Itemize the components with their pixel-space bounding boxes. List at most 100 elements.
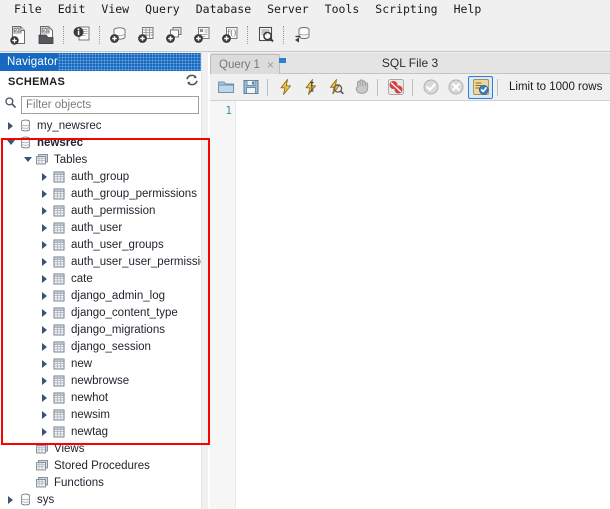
expand-arrow-icon[interactable] — [38, 372, 51, 389]
sql-code-area[interactable]: 1 — [210, 101, 610, 509]
close-icon[interactable]: × — [267, 59, 274, 71]
new-schema-icon[interactable] — [104, 21, 132, 49]
expand-arrow-icon[interactable] — [38, 338, 51, 355]
tree-item-sys[interactable]: sys — [0, 491, 201, 508]
expand-arrow-icon[interactable] — [38, 321, 51, 338]
limit-rows-selector[interactable]: Limit to 1000 rows — [509, 81, 602, 93]
tree-item-auth-user-user-permissions[interactable]: auth_user_user_permissions — [0, 253, 201, 270]
menu-item-view[interactable]: View — [93, 0, 137, 19]
tree-item-label: auth_permission — [71, 204, 156, 217]
tree-item-auth-user[interactable]: auth_user — [0, 219, 201, 236]
tree-item-stored-procedures[interactable]: Stored Procedures — [0, 457, 201, 474]
menu-item-file[interactable]: File — [6, 0, 50, 19]
expand-arrow-icon[interactable] — [38, 423, 51, 440]
explain-icon[interactable] — [323, 76, 348, 99]
tree-item-new[interactable]: new — [0, 355, 201, 372]
schema-icon — [17, 117, 33, 134]
expand-arrow-icon[interactable] — [38, 219, 51, 236]
menu-item-query[interactable]: Query — [137, 0, 188, 19]
new-view-icon[interactable] — [160, 21, 188, 49]
expand-arrow-icon[interactable] — [38, 168, 51, 185]
menu-item-scripting[interactable]: Scripting — [367, 0, 445, 19]
tree-item-newtag[interactable]: newtag — [0, 423, 201, 440]
expand-arrow-icon[interactable] — [38, 270, 51, 287]
tree-item-auth-permission[interactable]: auth_permission — [0, 202, 201, 219]
expand-arrow-icon[interactable] — [38, 406, 51, 423]
menu-item-server[interactable]: Server — [259, 0, 317, 19]
server-status-icon[interactable] — [68, 21, 96, 49]
new-procedure-icon[interactable] — [188, 21, 216, 49]
execute-icon[interactable] — [273, 76, 298, 99]
refresh-icon[interactable] — [185, 73, 199, 92]
open-sql-script-icon[interactable]: SQL — [32, 21, 60, 49]
schema-icon — [17, 491, 33, 508]
new-table-icon[interactable] — [132, 21, 160, 49]
menu-item-help[interactable]: Help — [446, 0, 490, 19]
toggle-stop-icon[interactable] — [383, 76, 408, 99]
line-number-gutter: 1 — [210, 101, 236, 509]
tree-item-label: my_newsrec — [37, 119, 102, 132]
folder-icon — [34, 474, 50, 491]
tree-item-django-session[interactable]: django_session — [0, 338, 201, 355]
sql-editor-toolbar: Limit to 1000 rows — [210, 74, 610, 101]
tree-item-newbrowse[interactable]: newbrowse — [0, 372, 201, 389]
new-function-icon[interactable]: f() — [216, 21, 244, 49]
title-bar-grip — [58, 53, 205, 71]
tree-item-views[interactable]: Views — [0, 440, 201, 457]
expand-arrow-icon[interactable] — [38, 355, 51, 372]
expand-arrow-icon[interactable] — [38, 389, 51, 406]
expand-arrow-icon[interactable] — [38, 287, 51, 304]
expand-arrow-icon[interactable] — [38, 253, 51, 270]
tree-item-auth-group-permissions[interactable]: auth_group_permissions — [0, 185, 201, 202]
menu-item-tools[interactable]: Tools — [317, 0, 368, 19]
tree-item-newsrec[interactable]: newsrec — [0, 134, 201, 151]
tree-item-label: auth_user — [71, 221, 123, 234]
autocommit-icon[interactable] — [468, 75, 493, 99]
tree-item-auth-group[interactable]: auth_group — [0, 168, 201, 185]
expand-arrow-icon[interactable] — [38, 202, 51, 219]
expand-arrow-icon[interactable] — [38, 185, 51, 202]
tree-item-cate[interactable]: cate — [0, 270, 201, 287]
tree-item-django-migrations[interactable]: django_migrations — [0, 321, 201, 338]
reconnect-server-icon[interactable] — [288, 21, 316, 49]
tab-query-1[interactable]: Query 1 × — [210, 54, 280, 74]
open-file-icon[interactable] — [213, 76, 238, 99]
menu-item-edit[interactable]: Edit — [50, 0, 94, 19]
schemas-section-header[interactable]: SCHEMAS — [0, 71, 207, 93]
tree-item-my-newsrec[interactable]: my_newsrec — [0, 117, 201, 134]
expand-arrow-icon[interactable] — [4, 117, 17, 134]
tree-item-newhot[interactable]: newhot — [0, 389, 201, 406]
expand-arrow-icon[interactable] — [38, 304, 51, 321]
navigator-scroll-gutter[interactable] — [201, 53, 208, 509]
tree-item-label: auth_user_groups — [71, 238, 164, 251]
menu-item-database[interactable]: Database — [188, 0, 259, 19]
table-icon — [51, 236, 67, 253]
tree-item-auth-user-groups[interactable]: auth_user_groups — [0, 236, 201, 253]
expand-arrow-icon[interactable] — [4, 491, 17, 508]
tree-item-tables[interactable]: Tables — [0, 151, 201, 168]
collapse-arrow-icon[interactable] — [21, 151, 34, 168]
filter-objects-input[interactable]: Filter objects — [21, 96, 199, 114]
new-sql-tab-icon[interactable]: SQL — [4, 21, 32, 49]
rollback-icon[interactable] — [443, 76, 468, 99]
tree-item-label: Tables — [54, 153, 88, 166]
tree-item-django-admin-log[interactable]: django_admin_log — [0, 287, 201, 304]
expand-arrow-icon[interactable] — [38, 236, 51, 253]
schema-tree[interactable]: my_newsrecnewsrec Tables auth_group auth_gr… — [0, 117, 201, 509]
editor-toolbar-separator-4 — [497, 78, 499, 96]
tree-item-functions[interactable]: Functions — [0, 474, 201, 491]
folder-icon — [34, 457, 50, 474]
filter-row: Filter objects — [0, 93, 207, 117]
execute-current-icon[interactable] — [298, 76, 323, 99]
commit-icon[interactable] — [418, 76, 443, 99]
tree-item-django-content-type[interactable]: django_content_type — [0, 304, 201, 321]
save-file-icon[interactable] — [238, 76, 263, 99]
sql-editor-pane: SQL File 3 Query 1 × Limit to 1000 rows … — [210, 53, 610, 509]
search-icon — [4, 96, 17, 114]
stop-icon[interactable] — [348, 76, 373, 99]
arrow-placeholder — [21, 474, 34, 491]
folder-icon — [34, 440, 50, 457]
search-data-icon[interactable] — [252, 21, 280, 49]
tree-item-newsim[interactable]: newsim — [0, 406, 201, 423]
collapse-arrow-icon[interactable] — [4, 134, 17, 151]
